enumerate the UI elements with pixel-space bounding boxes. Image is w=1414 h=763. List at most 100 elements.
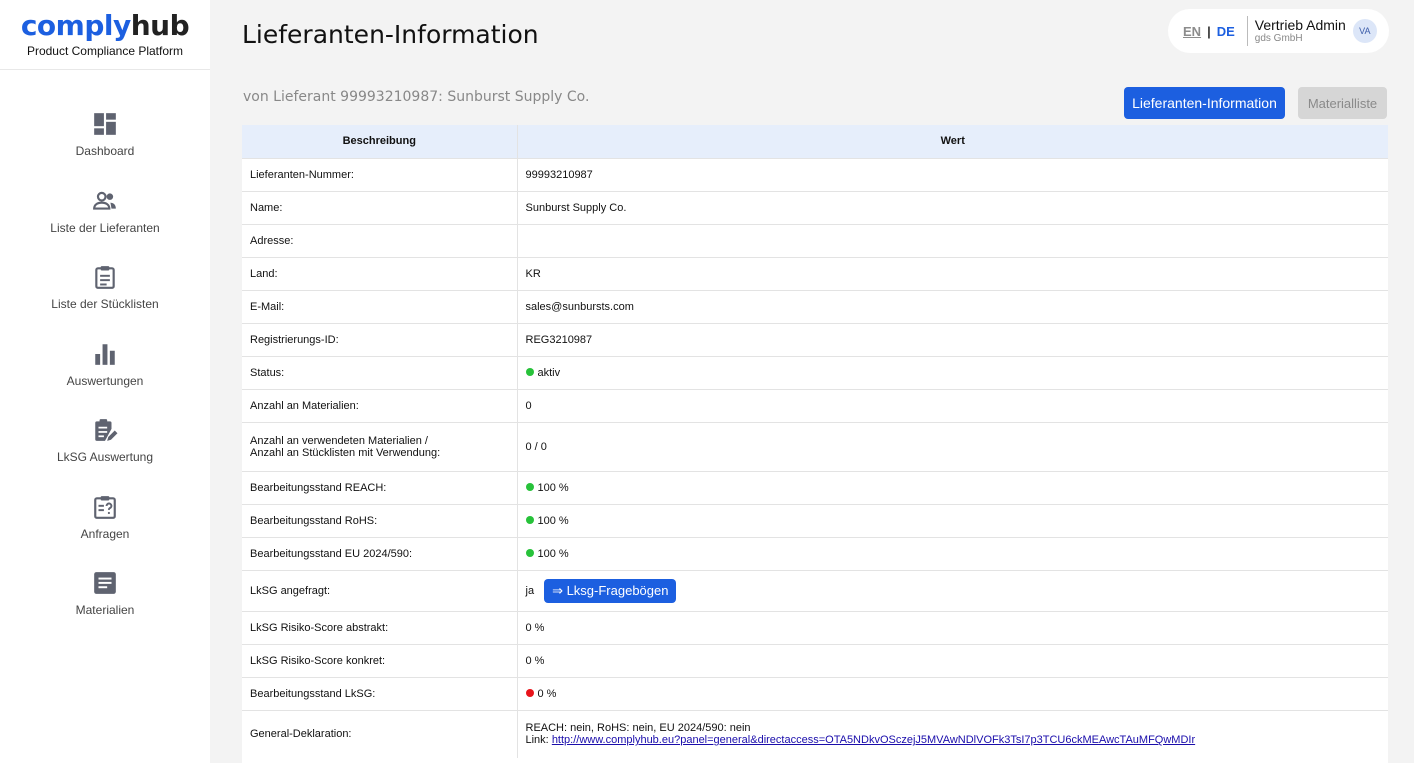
sidebar-item-requests[interactable]: Anfragen [0, 483, 210, 560]
supplier-subtitle: von Lieferant 99993210987: Sunburst Supp… [243, 89, 590, 105]
brand-logo-part1: comply [20, 9, 131, 42]
users-icon [93, 191, 116, 210]
brand: complyhub Product Compliance Platform [0, 0, 210, 70]
declaration-value: REACH: nein, RoHS: nein, EU 2024/590: ne… [525, 722, 751, 735]
row-label: Land: [242, 256, 518, 290]
lksg-requested-value: ja [525, 584, 535, 597]
sidebar-item-bom-list[interactable]: Liste der Stücklisten [0, 253, 210, 330]
row-label: Name: [242, 190, 518, 224]
sidebar-item-reports[interactable]: Auswertungen [0, 330, 210, 407]
sidebar-item-suppliers[interactable]: Liste der Lieferanten [0, 177, 210, 254]
lksg-progress-value: 0 % [537, 687, 557, 700]
rohs-value: 100 % [537, 514, 569, 527]
user-info[interactable]: Vertrieb Admin gds GmbH [1254, 16, 1346, 45]
status-dot-icon [525, 548, 534, 557]
clipboard-icon [95, 266, 115, 289]
row-value: 0 % [517, 610, 1388, 644]
row-label: Registrierungs-ID: [242, 322, 518, 356]
row-label: Bearbeitungsstand EU 2024/590: [242, 536, 518, 570]
declaration-link-line: Link: http://www.complyhub.eu?panel=gene… [526, 734, 1381, 746]
column-header-description: Beschreibung [242, 125, 518, 158]
reach-value: 100 % [537, 481, 569, 494]
sidebar: complyhub Product Compliance Platform Da… [0, 0, 210, 763]
sidebar-item-label: Liste der Stücklisten [51, 297, 159, 311]
table-row: Bearbeitungsstand LkSG: 0 % [242, 676, 1388, 710]
column-header-value: Wert [517, 125, 1388, 158]
sidebar-nav: Dashboard Liste der Lieferanten Liste de… [0, 100, 210, 636]
row-label: Anzahl an Materialien: [242, 388, 518, 422]
table-row: Status: aktiv [242, 355, 1388, 389]
lang-separator: | [1207, 23, 1211, 39]
table-row: LkSG Risiko-Score abstrakt: 0 % [242, 610, 1388, 644]
status-value: aktiv [537, 366, 561, 379]
row-value: 0 / 0 [517, 421, 1388, 471]
row-value: 100 % [517, 536, 1388, 570]
row-value: REG3210987 [517, 322, 1388, 356]
table-row: General-Deklaration: REACH: nein, RoHS: … [242, 709, 1388, 758]
user-company: gds GmbH [1254, 33, 1303, 45]
table-header-row: Beschreibung Wert [242, 125, 1388, 158]
declaration-link-prefix: Link: [525, 734, 549, 747]
sidebar-item-label: LkSG Auswertung [56, 450, 154, 464]
row-value: Sunburst Supply Co. [517, 190, 1388, 224]
sidebar-item-label: Liste der Lieferanten [50, 220, 160, 235]
status-dot-icon [525, 482, 534, 491]
status-dot-icon [525, 688, 534, 697]
brand-logo[interactable]: complyhub [0, 10, 210, 42]
sidebar-item-materials[interactable]: Materialien [0, 559, 210, 636]
row-value: 0 [517, 388, 1388, 422]
avatar[interactable]: VA [1352, 19, 1377, 43]
table-row: Anzahl an verwendeten Materialien / Anzah… [242, 421, 1388, 471]
row-value: sales@sunbursts.com [517, 289, 1388, 323]
table-row: Name: Sunburst Supply Co. [242, 190, 1388, 224]
row-label: LkSG Risiko-Score abstrakt: [242, 610, 518, 644]
row-label: E-Mail: [242, 289, 518, 323]
row-value: 100 % [517, 470, 1388, 504]
row-value [517, 223, 1388, 257]
user-name: Vertrieb Admin [1254, 16, 1346, 33]
sidebar-item-lksg-report[interactable]: LkSG Auswertung [0, 406, 210, 483]
table-row: Adresse: [242, 223, 1388, 257]
lksg-questionnaires-button[interactable]: ⇒ Lksg-Fragebögen [544, 578, 677, 603]
table-row: Bearbeitungsstand REACH: 100 % [242, 470, 1388, 504]
row-label-line1: Anzahl an verwendeten Materialien / [250, 434, 428, 447]
row-label: Lieferanten-Nummer: [242, 157, 518, 191]
row-label: Status: [242, 355, 518, 389]
table-row: Anzahl an Materialien: 0 [242, 388, 1388, 422]
row-label: Bearbeitungsstand LkSG: [242, 676, 518, 710]
table-row: Registrierungs-ID: REG3210987 [242, 322, 1388, 356]
lang-en-link[interactable]: EN [1183, 24, 1201, 39]
sidebar-item-dashboard[interactable]: Dashboard [0, 100, 210, 177]
row-value: ja ⇒ Lksg-Fragebögen [517, 569, 1388, 611]
status-dot-icon [525, 515, 534, 524]
supplier-info-button[interactable]: Lieferanten-Information [1124, 87, 1285, 119]
row-label: Bearbeitungsstand REACH: [242, 470, 518, 504]
sidebar-item-label: Dashboard [75, 144, 135, 158]
row-value: REACH: nein, RoHS: nein, EU 2024/590: ne… [517, 709, 1388, 758]
sidebar-item-label: Anfragen [80, 526, 130, 541]
table-row: LkSG angefragt: ja ⇒ Lksg-Fragebögen [242, 569, 1388, 611]
bar-chart-icon [95, 343, 115, 365]
table-row: Lieferanten-Nummer: 99993210987 [242, 157, 1388, 191]
brand-logo-part2: hub [130, 9, 190, 42]
document-icon [94, 572, 116, 594]
dashboard-icon [94, 113, 116, 135]
row-label: LkSG Risiko-Score konkret: [242, 643, 518, 677]
row-label-line2: Anzahl an Stücklisten mit Verwendung: [250, 446, 441, 459]
table-row: Land: KR [242, 256, 1388, 290]
row-value: 100 % [517, 503, 1388, 537]
eu-value: 100 % [537, 547, 569, 560]
row-value: 0 % [517, 676, 1388, 710]
declaration-link[interactable]: http://www.complyhub.eu?panel=general&di… [552, 734, 1195, 746]
sidebar-item-label: Materialien [75, 603, 135, 617]
table-row: E-Mail: sales@sunbursts.com [242, 289, 1388, 323]
row-value: aktiv [517, 355, 1388, 389]
supplier-info-table: Beschreibung Wert Lieferanten-Nummer: 99… [242, 125, 1388, 763]
row-value: 99993210987 [517, 157, 1388, 191]
row-label: Adresse: [242, 223, 518, 257]
lang-de-link[interactable]: DE [1217, 24, 1235, 39]
user-box: EN | DE Vertrieb Admin gds GmbH VA [1168, 9, 1389, 53]
status-dot-icon [525, 367, 534, 376]
sidebar-item-label: Auswertungen [66, 373, 144, 388]
brand-subtitle: Product Compliance Platform [26, 44, 184, 58]
